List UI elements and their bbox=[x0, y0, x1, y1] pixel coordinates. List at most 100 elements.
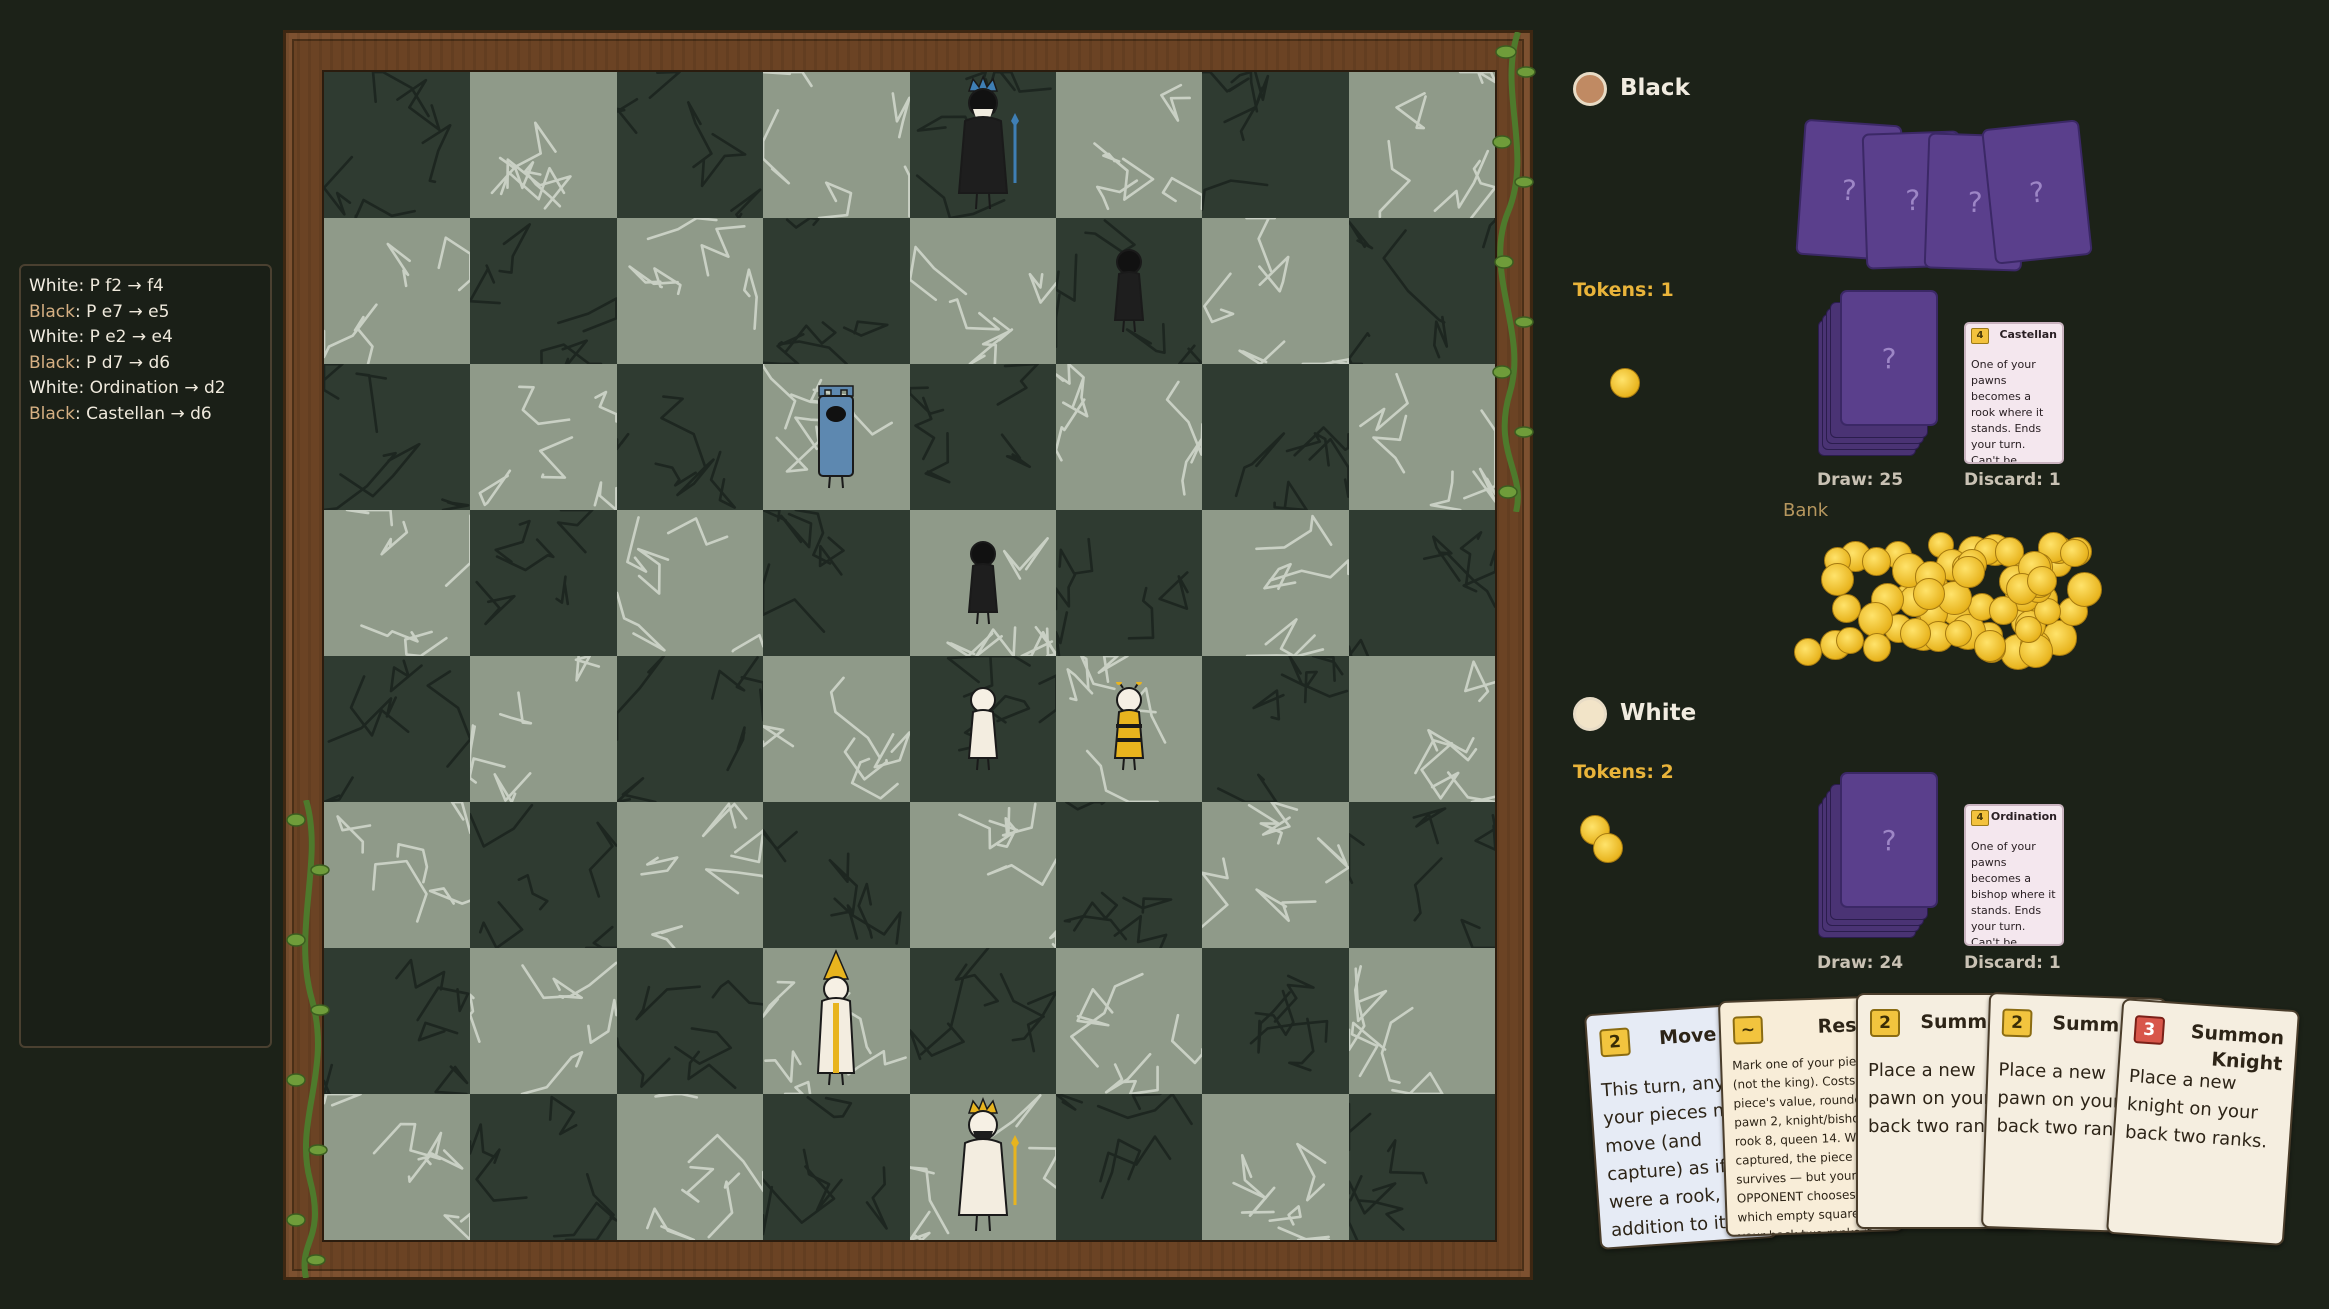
square-f6[interactable] bbox=[1055, 364, 1203, 510]
square-h4[interactable] bbox=[1348, 656, 1495, 802]
square-e4[interactable] bbox=[909, 656, 1056, 802]
square-h8[interactable] bbox=[1348, 72, 1495, 218]
black-discard-count: Discard: 1 bbox=[1964, 470, 2061, 490]
black-pawn-piece[interactable] bbox=[1107, 244, 1151, 338]
bank-coin bbox=[2060, 538, 2089, 568]
square-g8[interactable] bbox=[1202, 72, 1349, 218]
square-e3[interactable] bbox=[909, 802, 1056, 948]
square-d7[interactable] bbox=[763, 218, 910, 364]
black-rook-piece[interactable] bbox=[811, 380, 861, 494]
square-d3[interactable] bbox=[763, 802, 910, 948]
square-g6[interactable] bbox=[1202, 364, 1349, 510]
square-h7[interactable] bbox=[1348, 218, 1495, 364]
chess-board bbox=[322, 70, 1497, 1242]
square-c1[interactable] bbox=[616, 1094, 764, 1240]
black-king-piece[interactable] bbox=[943, 73, 1023, 217]
square-f5[interactable] bbox=[1055, 510, 1203, 656]
move-log-entry: White: P e2 → e4 bbox=[29, 327, 173, 347]
square-d5[interactable] bbox=[763, 510, 910, 656]
square-a5[interactable] bbox=[324, 510, 471, 656]
bank-coin bbox=[1862, 632, 1892, 662]
square-b4[interactable] bbox=[470, 656, 617, 802]
black-tokens-count: Tokens: 1 bbox=[1573, 279, 1674, 301]
square-f8[interactable] bbox=[1055, 72, 1203, 218]
hand-card-summon-knight[interactable]: 3 Summon Knight Place a new knight on yo… bbox=[2105, 998, 2301, 1246]
square-e5[interactable] bbox=[909, 510, 1056, 656]
square-h3[interactable] bbox=[1348, 802, 1495, 948]
bank-coin-pile[interactable] bbox=[1785, 525, 2105, 671]
square-d1[interactable] bbox=[763, 1094, 910, 1240]
white-bishop-piece[interactable] bbox=[808, 949, 864, 1093]
white-deck-top-card[interactable]: ? bbox=[1840, 772, 1938, 908]
white-discard-card[interactable]: 4 Ordination One of your pawns becomes a… bbox=[1964, 804, 2064, 946]
square-b2[interactable] bbox=[470, 948, 617, 1094]
square-h2[interactable] bbox=[1348, 948, 1495, 1094]
square-b5[interactable] bbox=[470, 510, 617, 656]
bank-coin bbox=[2067, 572, 2103, 608]
square-h5[interactable] bbox=[1348, 510, 1495, 656]
square-a1[interactable] bbox=[324, 1094, 471, 1240]
white-pawn-piece[interactable] bbox=[961, 682, 1005, 776]
square-a4[interactable] bbox=[324, 656, 471, 802]
square-e6[interactable] bbox=[909, 364, 1056, 510]
black-deck-top-card[interactable]: ? bbox=[1840, 290, 1938, 426]
square-g7[interactable] bbox=[1202, 218, 1349, 364]
square-f1[interactable] bbox=[1055, 1094, 1203, 1240]
bank-coin bbox=[2026, 565, 2057, 596]
square-b7[interactable] bbox=[470, 218, 617, 364]
square-h6[interactable] bbox=[1348, 364, 1495, 510]
square-f3[interactable] bbox=[1055, 802, 1203, 948]
black-pawn-piece[interactable] bbox=[961, 536, 1005, 630]
square-c6[interactable] bbox=[616, 364, 764, 510]
square-g5[interactable] bbox=[1202, 510, 1349, 656]
vine-decoration-top-right bbox=[1492, 32, 1536, 512]
black-discard-card[interactable]: 4 Castellan One of your pawns becomes a … bbox=[1964, 322, 2064, 464]
square-a7[interactable] bbox=[324, 218, 471, 364]
square-b1[interactable] bbox=[470, 1094, 617, 1240]
bank-coin bbox=[1912, 578, 1945, 611]
square-f4[interactable] bbox=[1055, 656, 1203, 802]
square-d8[interactable] bbox=[763, 72, 910, 218]
square-e8[interactable] bbox=[909, 72, 1056, 218]
square-e1[interactable] bbox=[909, 1094, 1056, 1240]
black-draw-count: Draw: 25 bbox=[1817, 470, 1904, 490]
white-token-coin bbox=[1593, 833, 1623, 863]
square-a6[interactable] bbox=[324, 364, 471, 510]
move-log-entry: Black: P d7 → d6 bbox=[29, 352, 171, 373]
bank-coin bbox=[1944, 619, 1972, 647]
square-b3[interactable] bbox=[470, 802, 617, 948]
square-c7[interactable] bbox=[616, 218, 764, 364]
square-d6[interactable] bbox=[763, 364, 910, 510]
square-e7[interactable] bbox=[909, 218, 1056, 364]
square-f2[interactable] bbox=[1055, 948, 1203, 1094]
square-d2[interactable] bbox=[763, 948, 910, 1094]
black-player-name: Black bbox=[1620, 75, 1690, 101]
bank-coin bbox=[1821, 562, 1855, 597]
black-hand-card: ? bbox=[1981, 119, 2093, 265]
square-c5[interactable] bbox=[616, 510, 764, 656]
square-b6[interactable] bbox=[470, 364, 617, 510]
white-player-name: White bbox=[1620, 700, 1697, 726]
square-a3[interactable] bbox=[324, 802, 471, 948]
square-c2[interactable] bbox=[616, 948, 764, 1094]
square-e2[interactable] bbox=[909, 948, 1056, 1094]
square-g2[interactable] bbox=[1202, 948, 1349, 1094]
square-c8[interactable] bbox=[616, 72, 764, 218]
black-token-coin bbox=[1610, 368, 1640, 398]
square-d4[interactable] bbox=[763, 656, 910, 802]
square-g4[interactable] bbox=[1202, 656, 1349, 802]
black-player-indicator bbox=[1573, 72, 1607, 106]
white-king-piece[interactable] bbox=[943, 1095, 1023, 1239]
square-c3[interactable] bbox=[616, 802, 764, 948]
square-g1[interactable] bbox=[1202, 1094, 1349, 1240]
square-a2[interactable] bbox=[324, 948, 471, 1094]
white-pawn-piece[interactable] bbox=[1107, 679, 1151, 776]
square-a8[interactable] bbox=[324, 72, 471, 218]
square-f7[interactable] bbox=[1055, 218, 1203, 364]
square-b8[interactable] bbox=[470, 72, 617, 218]
board-frame bbox=[283, 30, 1533, 1280]
square-c4[interactable] bbox=[616, 656, 764, 802]
square-h1[interactable] bbox=[1348, 1094, 1495, 1240]
square-g3[interactable] bbox=[1202, 802, 1349, 948]
move-log-panel[interactable]: White: P f2 → f4 Black: P e7 → e5 White: P… bbox=[19, 264, 272, 1048]
